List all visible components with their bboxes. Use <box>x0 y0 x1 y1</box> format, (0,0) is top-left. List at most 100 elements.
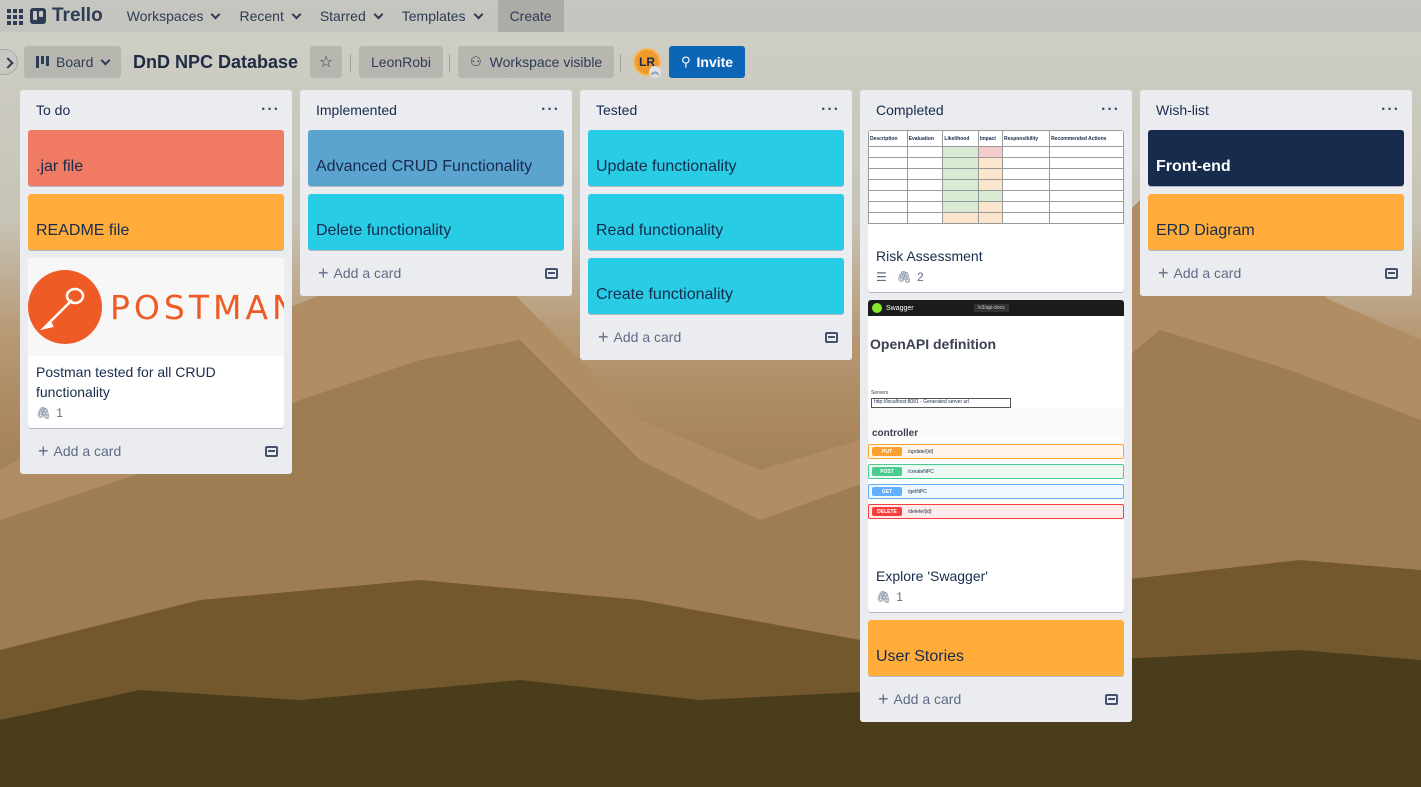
star-board-button[interactable]: ☆ <box>310 46 342 78</box>
nav-templates-label: Templates <box>401 8 466 24</box>
list-title[interactable]: Tested <box>596 102 637 118</box>
swagger-op-get: GET /getNPC <box>868 484 1124 499</box>
list-header[interactable]: Completed ··· <box>868 90 1124 130</box>
more-icon[interactable]: ··· <box>1101 101 1120 119</box>
card-postman[interactable]: POSTMAN Postman tested for all CRUD func… <box>28 258 284 428</box>
logo-text: Trello <box>52 5 103 26</box>
chevron-down-icon <box>473 9 484 19</box>
card-template-icon[interactable] <box>265 445 278 457</box>
card-delete-functionality[interactable]: Delete functionality <box>308 194 564 250</box>
card-template-icon[interactable] <box>825 331 838 343</box>
list-header[interactable]: Implemented ··· <box>308 90 564 130</box>
board-title[interactable]: DnD NPC Database <box>133 52 298 73</box>
card-title: Advanced CRUD Functionality <box>316 158 533 175</box>
card-title: Update functionality <box>596 158 737 175</box>
card-front-end[interactable]: Front-end <box>1148 130 1404 186</box>
card-user-stories[interactable]: User Stories <box>868 620 1124 676</box>
card-explore-swagger[interactable]: Swagger /v3/api-docs OpenAPI definition … <box>868 300 1124 612</box>
list-header[interactable]: To do ··· <box>28 90 284 130</box>
op-path: /getNPC <box>908 488 927 495</box>
plus-icon: + <box>878 689 889 709</box>
list-tested: Tested ··· Update functionality Read fun… <box>580 90 852 360</box>
swagger-url: /v3/api-docs <box>973 304 1009 312</box>
board-view-switcher[interactable]: Board <box>24 46 122 78</box>
more-icon[interactable]: ··· <box>1381 101 1400 119</box>
add-card-button[interactable]: + Add a card <box>1148 258 1404 288</box>
risk-table-header: Responsibility <box>1002 130 1051 147</box>
http-method: DELETE <box>872 507 902 516</box>
visibility-label: Workspace visible <box>489 54 603 70</box>
nav-templates[interactable]: Templates <box>392 0 492 32</box>
trello-logo[interactable]: Trello <box>30 5 103 27</box>
add-card-label: Add a card <box>53 443 122 459</box>
list-title[interactable]: Wish-list <box>1156 102 1209 118</box>
list-title[interactable]: Completed <box>876 102 944 118</box>
card-title: Create functionality <box>596 286 733 303</box>
nav-starred[interactable]: Starred <box>310 0 392 32</box>
card-template-icon[interactable] <box>545 267 558 279</box>
card-create-functionality[interactable]: Create functionality <box>588 258 844 314</box>
chevron-down-icon <box>211 9 221 19</box>
list-title[interactable]: Implemented <box>316 102 397 118</box>
visibility-button[interactable]: ⚇ Workspace visible <box>458 46 615 78</box>
more-icon[interactable]: ··· <box>261 101 280 119</box>
swagger-cover-image: Swagger /v3/api-docs OpenAPI definition … <box>868 300 1124 560</box>
plus-icon: + <box>598 327 609 347</box>
http-method: POST <box>872 467 902 476</box>
op-path: /createNPC <box>908 468 934 475</box>
add-card-button[interactable]: + Add a card <box>28 436 284 466</box>
card-title: Read functionality <box>596 222 724 239</box>
paperclip-icon: 🖇 <box>36 406 52 420</box>
chevron-down-icon <box>373 9 384 19</box>
risk-table-cover-image: Description Evaluation Likelihood Impact… <box>868 130 1124 240</box>
nav-recent[interactable]: Recent <box>229 0 309 32</box>
card-title: Postman tested for all CRUD functionalit… <box>36 364 216 400</box>
list-title[interactable]: To do <box>36 102 70 118</box>
postman-wordmark: POSTMAN <box>110 287 284 327</box>
attachment-badge: 🖇 2 <box>897 270 924 284</box>
person-add-icon: ⚲ <box>681 54 691 69</box>
swagger-server-select: http://localhost:8081 - Generated server… <box>871 398 1011 408</box>
board-view-label: Board <box>56 54 94 70</box>
swagger-controller: controller <box>868 408 1124 439</box>
risk-table-header: Likelihood <box>942 130 979 147</box>
risk-table-header: Impact <box>977 130 1004 147</box>
swagger-op-put: PUT /update/{id} <box>868 444 1124 459</box>
divider <box>620 54 621 72</box>
list-header[interactable]: Tested ··· <box>588 90 844 130</box>
board-view-icon <box>36 56 50 68</box>
create-button[interactable]: Create <box>497 0 564 32</box>
expand-sidebar-icon[interactable] <box>0 49 18 75</box>
invite-label: Invite <box>696 54 734 70</box>
chevron-down-icon <box>291 9 302 19</box>
card-erd-diagram[interactable]: ERD Diagram <box>1148 194 1404 250</box>
star-icon: ☆ <box>318 54 334 71</box>
app-switcher-icon[interactable] <box>4 6 24 26</box>
card-badges: 🖇 1 <box>868 588 1124 612</box>
workspace-button[interactable]: LeonRobi <box>359 46 443 78</box>
add-card-button[interactable]: + Add a card <box>868 684 1124 714</box>
card-jar-file[interactable]: .jar file <box>28 130 284 186</box>
swagger-op-post: POST /createNPC <box>868 464 1124 479</box>
postman-logo-icon <box>28 270 102 344</box>
http-method: PUT <box>872 447 902 456</box>
nav-workspaces[interactable]: Workspaces <box>117 0 230 32</box>
list-header[interactable]: Wish-list ··· <box>1148 90 1404 130</box>
invite-button[interactable]: ⚲ Invite <box>669 46 746 78</box>
card-read-functionality[interactable]: Read functionality <box>588 194 844 250</box>
card-template-icon[interactable] <box>1105 693 1118 705</box>
card-advanced-crud[interactable]: Advanced CRUD Functionality <box>308 130 564 186</box>
card-update-functionality[interactable]: Update functionality <box>588 130 844 186</box>
card-title: README file <box>36 222 130 239</box>
swagger-op-delete: DELETE /delete/{id} <box>868 504 1124 519</box>
list-wishlist: Wish-list ··· Front-end ERD Diagram + Add… <box>1140 90 1412 296</box>
card-template-icon[interactable] <box>1385 267 1398 279</box>
card-risk-assessment[interactable]: Description Evaluation Likelihood Impact… <box>868 130 1124 292</box>
more-icon[interactable]: ··· <box>821 101 840 119</box>
card-readme-file[interactable]: README file <box>28 194 284 250</box>
add-card-label: Add a card <box>333 265 402 281</box>
chevron-down-icon <box>100 55 111 65</box>
add-card-button[interactable]: + Add a card <box>588 322 844 352</box>
add-card-button[interactable]: + Add a card <box>308 258 564 288</box>
more-icon[interactable]: ··· <box>541 101 560 119</box>
